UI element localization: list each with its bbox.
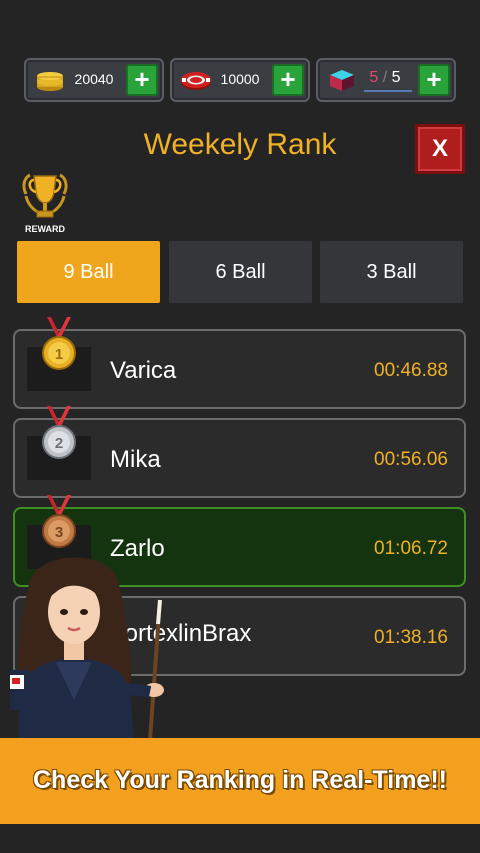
cubes-current: 5 bbox=[369, 69, 379, 86]
chalk-cube-icon bbox=[330, 70, 354, 91]
coin-stack-icon bbox=[37, 72, 63, 91]
svg-text:3: 3 bbox=[55, 524, 63, 541]
gold-medal-icon: 1 bbox=[42, 317, 76, 370]
add-coins-button[interactable]: + bbox=[126, 64, 158, 96]
tab-3-ball[interactable]: 3 Ball bbox=[320, 241, 463, 303]
tab-9-ball[interactable]: 9 Ball bbox=[17, 241, 160, 303]
cubes-panel: 5 / 5 + bbox=[316, 58, 456, 102]
player-name: Mika bbox=[110, 446, 161, 473]
ball-type-tabs: 9 Ball 6 Ball 3 Ball bbox=[17, 241, 463, 303]
reward-button[interactable]: REWARD bbox=[18, 172, 72, 236]
banner-text: Check Your Ranking in Real-Time!! bbox=[33, 766, 447, 794]
player-time: 01:38.16 bbox=[374, 627, 448, 648]
chips-value: 10000 bbox=[220, 71, 260, 87]
add-chips-button[interactable]: + bbox=[272, 64, 304, 96]
player-time: 00:56.06 bbox=[374, 449, 448, 470]
tab-6-ball[interactable]: 6 Ball bbox=[169, 241, 312, 303]
silver-medal-icon: 2 bbox=[42, 406, 76, 459]
svg-text:2: 2 bbox=[55, 435, 63, 452]
bottom-strip bbox=[0, 824, 480, 853]
cubes-max: 5 bbox=[391, 69, 401, 86]
cubes-separator: / bbox=[382, 69, 388, 86]
player-character-illustration bbox=[10, 557, 164, 740]
svg-text:1: 1 bbox=[55, 346, 63, 363]
reward-label: REWARD bbox=[25, 224, 65, 234]
chips-panel: 10000 + bbox=[170, 58, 310, 102]
cubes-counter: 5 / 5 bbox=[362, 69, 408, 87]
coins-panel: 20040 + bbox=[24, 58, 164, 102]
resource-bar: 20040 + 10000 + 5 / 5 + bbox=[0, 58, 480, 102]
trophy-icon bbox=[22, 173, 68, 218]
cubes-progress-bar bbox=[364, 90, 412, 92]
casino-chip-icon bbox=[181, 72, 211, 90]
rank-row-1[interactable]: 1 Varica 00:46.88 bbox=[13, 317, 466, 409]
promo-banner: Check Your Ranking in Real-Time!! bbox=[0, 738, 480, 824]
coins-value: 20040 bbox=[74, 71, 114, 87]
close-button[interactable]: X bbox=[415, 124, 465, 174]
player-time: 01:06.72 bbox=[374, 538, 448, 559]
player-name: Varica bbox=[110, 357, 177, 384]
rank-row-2[interactable]: 2 Mika 00:56.06 bbox=[13, 406, 466, 498]
player-time: 00:46.88 bbox=[374, 360, 448, 381]
add-cubes-button[interactable]: + bbox=[418, 64, 450, 96]
page-title: Weekely Rank bbox=[143, 128, 337, 161]
